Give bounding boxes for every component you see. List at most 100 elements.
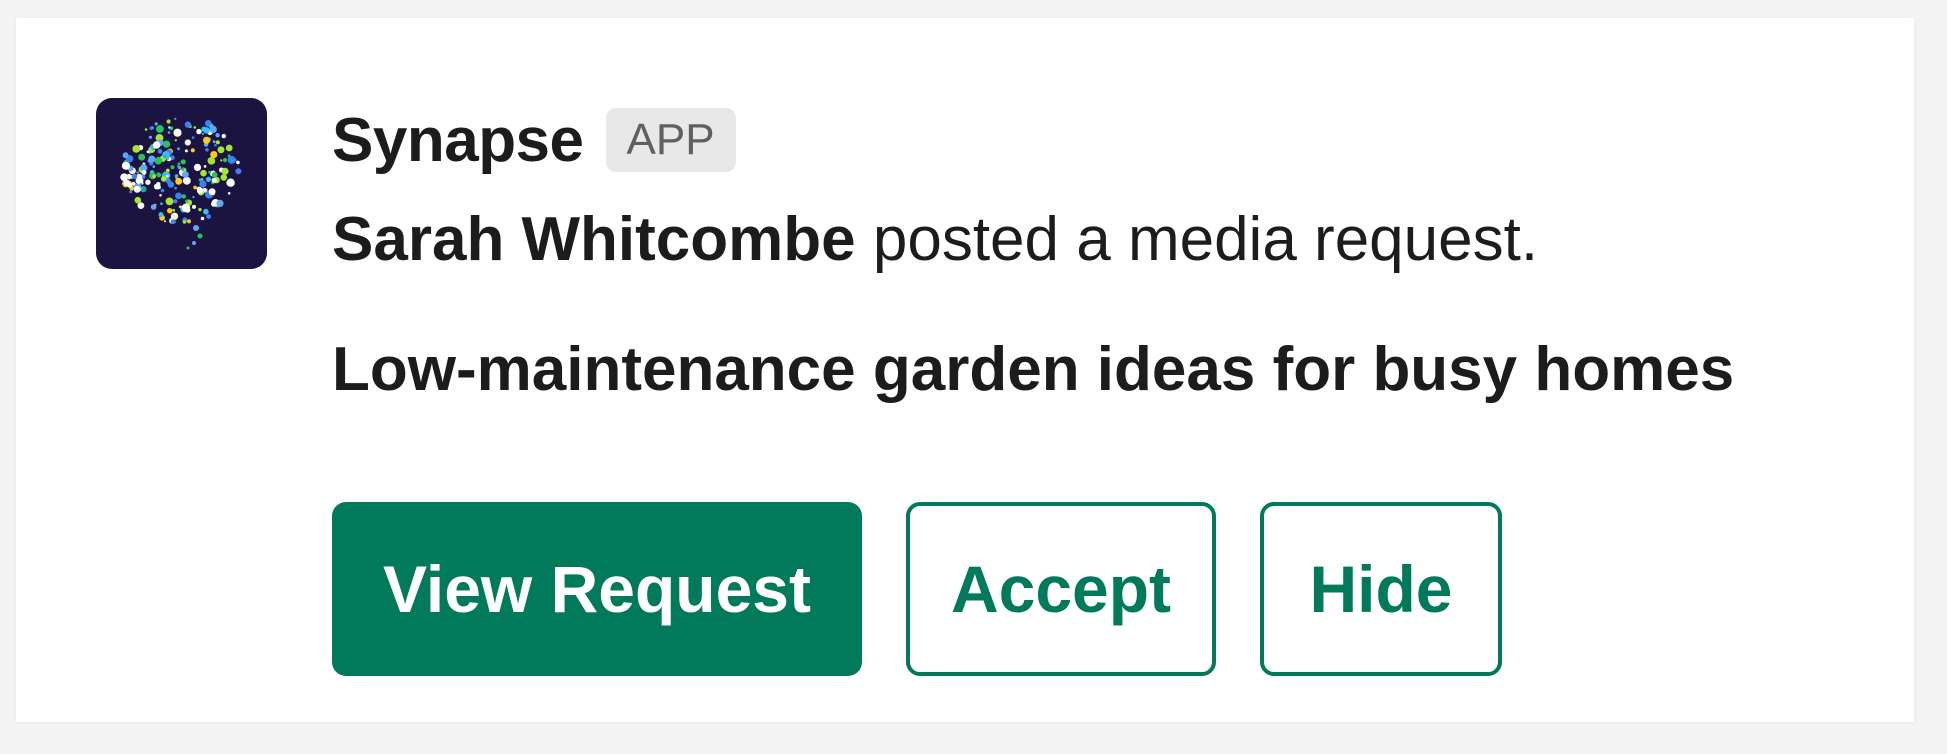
logo-dot <box>181 203 191 212</box>
logo-dot <box>203 165 207 168</box>
logo-dot <box>132 145 141 153</box>
logo-dot <box>205 176 212 182</box>
logo-dot <box>206 214 211 219</box>
action-text: posted a media request. <box>855 205 1539 274</box>
logo-dot <box>159 194 162 197</box>
logo-dot <box>215 140 220 145</box>
view-request-button[interactable]: View Request <box>332 502 862 676</box>
logo-dot <box>170 165 175 170</box>
logo-dot <box>139 182 142 185</box>
logo-dot <box>208 170 211 174</box>
logo-dot <box>152 174 156 179</box>
logo-dot <box>199 180 207 188</box>
logo-dot <box>192 204 196 209</box>
logo-dot <box>154 157 162 165</box>
logo-dot <box>221 133 226 139</box>
logo-dot <box>190 148 195 153</box>
message-header: Synapse APP <box>332 100 1892 180</box>
logo-dot <box>174 139 177 142</box>
logo-dot <box>200 216 205 221</box>
hide-button[interactable]: Hide <box>1260 502 1502 676</box>
logo-dot <box>185 199 189 203</box>
logo-dot <box>160 175 167 182</box>
logo-dot <box>166 174 169 178</box>
app-name[interactable]: Synapse <box>332 105 584 176</box>
logo-dot <box>129 190 133 194</box>
logo-dot <box>168 126 171 129</box>
logo-dot <box>177 147 180 151</box>
logo-dot <box>149 126 153 130</box>
logo-dot <box>148 155 156 163</box>
logo-dot <box>173 128 182 137</box>
logo-dot <box>226 178 235 187</box>
logo-dot <box>167 131 171 134</box>
logo-dot <box>227 192 231 195</box>
logo-dot <box>221 167 229 175</box>
logo-dot <box>153 183 160 190</box>
logo-dot <box>227 154 231 157</box>
logo-dot <box>201 132 204 135</box>
logo-dot <box>196 128 202 135</box>
logo-dot <box>148 135 152 139</box>
logo-dot <box>141 169 147 175</box>
logo-dot <box>184 139 191 146</box>
app-avatar-icon[interactable] <box>96 98 267 269</box>
logo-dot <box>217 146 225 154</box>
logo-dot <box>170 219 176 225</box>
logo-dot <box>220 174 228 181</box>
logo-dot <box>175 177 183 185</box>
logo-dot <box>156 172 162 178</box>
logo-dot <box>200 169 207 177</box>
logo-dot <box>174 186 177 190</box>
logo-dot <box>193 225 199 231</box>
logo-dot <box>196 187 204 194</box>
logo-dot <box>133 185 141 193</box>
logo-dot <box>215 133 220 138</box>
logo-dot <box>184 149 188 153</box>
logo-dot <box>211 171 218 178</box>
logo-dot <box>216 199 224 207</box>
logo-dot <box>163 155 167 158</box>
logo-dot <box>152 141 161 149</box>
logo-dot <box>134 196 142 204</box>
logo-dot <box>144 128 148 131</box>
logo-dot <box>209 125 217 133</box>
logo-dot <box>211 201 217 207</box>
logo-dot <box>136 171 139 174</box>
logo-dot <box>131 173 138 179</box>
logo-dot <box>177 165 182 170</box>
logo-dot <box>203 208 209 215</box>
logo-dot <box>212 140 216 144</box>
logo-dot <box>162 151 170 159</box>
logo-dot <box>181 194 186 199</box>
logo-dot <box>236 160 240 165</box>
logo-dot <box>222 158 228 163</box>
logo-dot <box>197 233 203 239</box>
logo-dot <box>158 212 164 218</box>
logo-dot <box>191 136 195 139</box>
logo-dot <box>235 168 242 175</box>
logo-dot <box>175 192 182 200</box>
logo-dot <box>203 127 210 134</box>
logo-dot <box>184 121 192 128</box>
logo-dot <box>193 185 197 190</box>
logo-dot <box>160 202 163 205</box>
message-card: Synapse APP Sarah Whitcombe posted a med… <box>16 18 1914 722</box>
logo-dot <box>150 204 157 210</box>
logo-dot <box>183 168 187 171</box>
logo-dot <box>225 144 233 152</box>
logo-dot <box>210 151 218 159</box>
logo-dot <box>167 181 175 188</box>
logo-dot <box>203 136 211 144</box>
action-buttons: View Request Accept Hide <box>332 502 1546 676</box>
logo-dot <box>162 140 171 148</box>
logo-dot <box>167 208 173 214</box>
logo-dot <box>145 179 151 185</box>
logo-dot <box>186 219 192 224</box>
logo-dot <box>211 177 216 183</box>
logo-dot <box>174 174 179 178</box>
logo-dot <box>205 148 209 152</box>
logo-dot <box>123 179 130 186</box>
accept-button[interactable]: Accept <box>906 502 1216 676</box>
logo-dot <box>186 246 190 250</box>
